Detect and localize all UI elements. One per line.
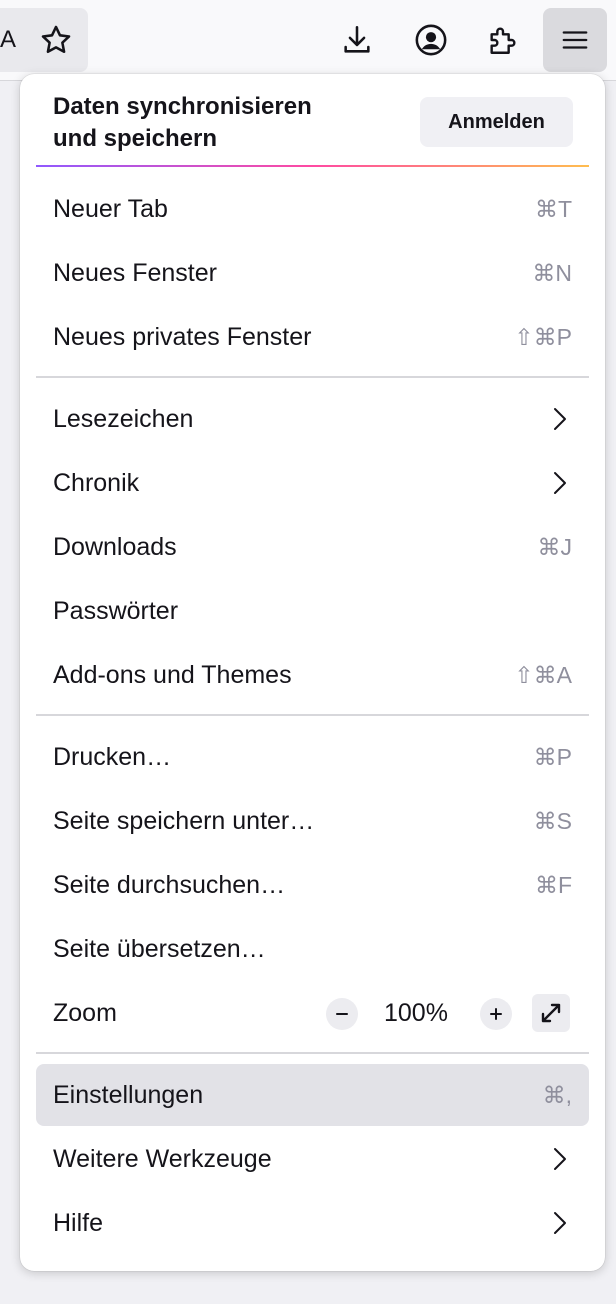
shortcut: ⌘,	[542, 1081, 572, 1108]
app-menu-panel: Daten synchronisieren und speichern Anme…	[20, 74, 605, 1271]
shortcut: ⇧⌘A	[514, 661, 572, 688]
menu-item-new-tab[interactable]: Neuer Tab ⌘T	[36, 178, 589, 240]
fullscreen-icon	[541, 1003, 561, 1023]
menu-icon	[562, 31, 588, 49]
menu-separator	[36, 1052, 589, 1054]
fullscreen-button[interactable]	[532, 994, 570, 1032]
translation-icon[interactable]: A	[0, 26, 16, 54]
menu-item-new-window[interactable]: Neues Fenster ⌘N	[36, 242, 589, 304]
sync-gradient-divider	[36, 165, 589, 167]
menu-separator	[36, 376, 589, 378]
chevron-right-icon	[554, 408, 566, 430]
chevron-right-icon	[554, 1212, 566, 1234]
zoom-reset-button[interactable]: 100%	[384, 982, 448, 1044]
menu-item-more-tools[interactable]: Weitere Werkzeuge	[36, 1128, 589, 1190]
menu-item-bookmarks[interactable]: Lesezeichen	[36, 388, 589, 450]
plus-icon	[490, 1008, 502, 1020]
menu-item-downloads[interactable]: Downloads ⌘J	[36, 516, 589, 578]
menu-item-translate[interactable]: Seite übersetzen…	[36, 918, 589, 980]
minus-icon	[336, 1013, 348, 1015]
account-icon[interactable]	[411, 18, 451, 62]
shortcut: ⌘J	[537, 533, 573, 560]
chevron-right-icon	[554, 1148, 566, 1170]
browser-toolbar: A	[0, 0, 616, 81]
menu-item-passwords[interactable]: Passwörter	[36, 580, 589, 642]
menu-item-new-private-window[interactable]: Neues privates Fenster ⇧⌘P	[36, 306, 589, 368]
menu-item-print[interactable]: Drucken… ⌘P	[36, 726, 589, 788]
menu-item-zoom: Zoom 100%	[36, 982, 589, 1044]
menu-item-addons[interactable]: Add-ons und Themes ⇧⌘A	[36, 644, 589, 706]
bookmark-star-icon[interactable]	[36, 18, 76, 62]
sync-heading: Daten synchronisieren und speichern	[53, 93, 312, 152]
shortcut: ⌘P	[533, 743, 572, 770]
app-menu-button[interactable]	[543, 8, 607, 72]
sign-in-button[interactable]: Anmelden	[420, 97, 573, 147]
menu-item-save-page[interactable]: Seite speichern unter… ⌘S	[36, 790, 589, 852]
shortcut: ⌘N	[532, 259, 572, 286]
chevron-right-icon	[554, 472, 566, 494]
shortcut: ⌘T	[534, 195, 572, 222]
shortcut: ⇧⌘P	[514, 323, 572, 350]
menu-separator	[36, 714, 589, 716]
download-icon[interactable]	[337, 18, 377, 62]
extensions-icon[interactable]	[483, 18, 523, 62]
menu-item-find-in-page[interactable]: Seite durchsuchen… ⌘F	[36, 854, 589, 916]
menu-item-history[interactable]: Chronik	[36, 452, 589, 514]
shortcut: ⌘S	[533, 807, 572, 834]
zoom-out-button[interactable]	[326, 998, 358, 1030]
shortcut: ⌘F	[534, 871, 572, 898]
menu-item-help[interactable]: Hilfe	[36, 1192, 589, 1254]
zoom-in-button[interactable]	[480, 998, 512, 1030]
menu-item-settings[interactable]: Einstellungen ⌘,	[36, 1064, 589, 1126]
